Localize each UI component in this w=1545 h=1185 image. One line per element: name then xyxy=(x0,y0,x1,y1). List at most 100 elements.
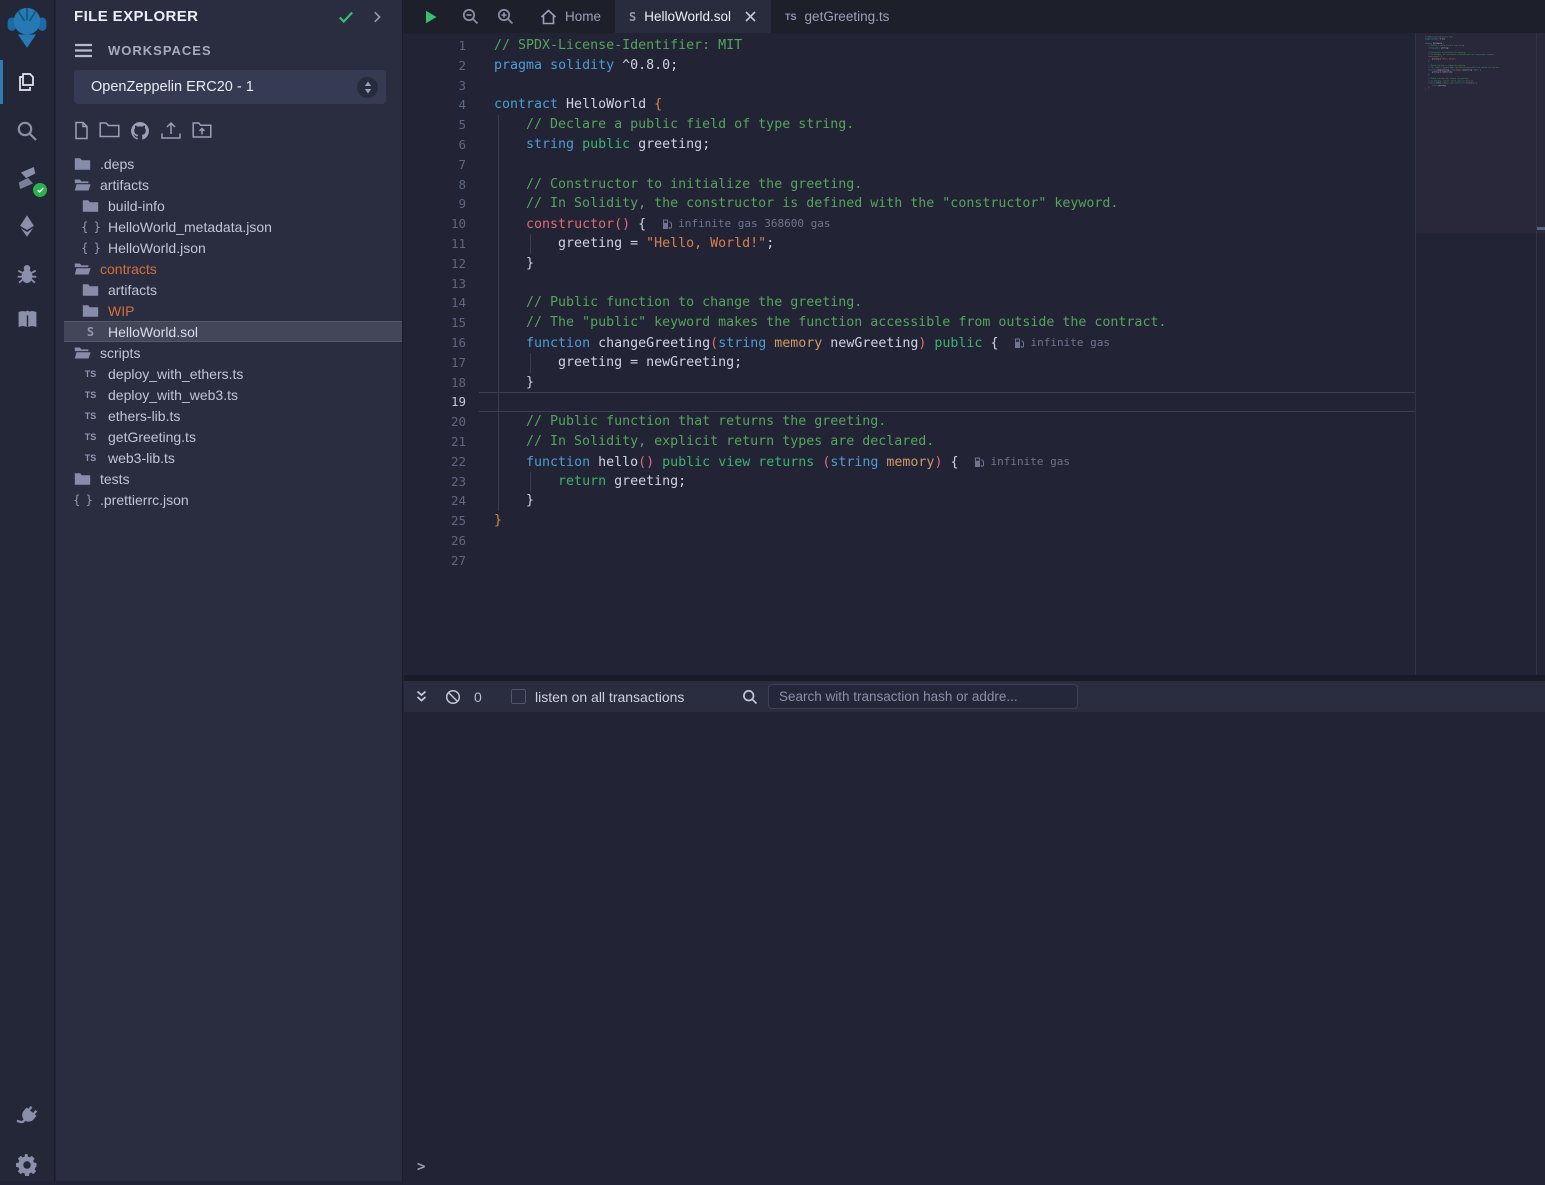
zoom-in-button[interactable] xyxy=(497,8,514,25)
tab-home[interactable]: Home xyxy=(526,0,615,33)
file-tree-item-label: .prettierrc.json xyxy=(100,492,189,508)
scrollbar-marker[interactable] xyxy=(1537,227,1545,230)
file-tree-item-getgreeting-ts[interactable]: TSgetGreeting.ts xyxy=(64,426,402,447)
close-tab-icon[interactable] xyxy=(744,10,757,23)
upload-folder-button[interactable] xyxy=(192,121,212,141)
listen-transactions-checkbox[interactable] xyxy=(511,689,526,704)
file-tree-item-build-info[interactable]: build-info xyxy=(64,195,402,216)
sidebar-learneth-icon[interactable] xyxy=(0,299,54,339)
code-editor[interactable]: 1234567891011121314151617181920212223242… xyxy=(404,33,1545,675)
file-tree-item-contracts[interactable]: contracts xyxy=(64,258,402,279)
workspace-selector[interactable]: OpenZeppelin ERC20 - 1 xyxy=(74,70,386,104)
run-script-button[interactable] xyxy=(423,9,439,25)
file-tree-item--prettierrc-json[interactable]: { } .prettierrc.json xyxy=(64,489,402,510)
line-number: 7 xyxy=(404,155,466,175)
clone-repository-button[interactable] xyxy=(130,121,150,141)
file-tree-item-label: HelloWorld_metadata.json xyxy=(108,219,272,235)
file-tree-item-label: ethers-lib.ts xyxy=(108,408,180,424)
line-number: 21 xyxy=(404,432,466,452)
file-tree-item-label: getGreeting.ts xyxy=(108,429,196,445)
accept-workspace-button[interactable] xyxy=(336,8,356,26)
workspace-switch-icon[interactable] xyxy=(357,77,378,98)
json-icon: { } xyxy=(82,241,99,255)
new-file-button[interactable] xyxy=(73,121,89,141)
line-number: 8 xyxy=(404,175,466,195)
file-tree-item-scripts[interactable]: scripts xyxy=(64,342,402,363)
file-explorer-panel: FILE EXPLORER WORKSPACES OpenZeppelin ER… xyxy=(56,0,403,1181)
sidebar-solidity-compiler-icon[interactable] xyxy=(0,158,54,198)
line-number: 27 xyxy=(404,551,466,571)
sidebar-deploy-run-icon[interactable] xyxy=(0,206,54,246)
file-tree-item-label: web3-lib.ts xyxy=(108,450,175,466)
workspaces-row: WORKSPACES xyxy=(74,43,212,58)
line-number: 5 xyxy=(404,115,466,135)
remix-logo-icon[interactable] xyxy=(0,6,54,46)
sidebar-file-explorer-icon[interactable] xyxy=(0,62,54,102)
file-tree-item-artifacts[interactable]: artifacts xyxy=(64,174,402,195)
tab-helloworld-sol[interactable]: S HelloWorld.sol xyxy=(615,0,771,33)
transaction-search-input[interactable] xyxy=(768,684,1078,709)
sidebar-plugin-manager-icon[interactable] xyxy=(0,1096,54,1136)
code-line-11: greeting = "Hello, World!"; xyxy=(494,234,1166,254)
code-line-7 xyxy=(494,155,1166,175)
folder-icon xyxy=(74,157,91,171)
line-number: 12 xyxy=(404,254,466,274)
file-tree-item-artifacts[interactable]: artifacts xyxy=(64,279,402,300)
terminal-toolbar: 0 listen on all transactions xyxy=(404,681,1545,712)
line-number: 17 xyxy=(404,353,466,373)
file-tree-item-wip[interactable]: WIP xyxy=(64,300,402,321)
file-tree-item-helloworld-metadata-json[interactable]: { } HelloWorld_metadata.json xyxy=(64,216,402,237)
transaction-count: 0 xyxy=(474,681,482,712)
file-actions-toolbar xyxy=(73,121,212,141)
line-number: 14 xyxy=(404,293,466,313)
code-line-1: // SPDX-License-Identifier: MIT xyxy=(494,36,1166,56)
file-tree-item-helloworld-sol[interactable]: SHelloWorld.sol xyxy=(64,321,402,342)
code-line-2: pragma solidity ^0.8.0; xyxy=(494,56,1166,76)
sidebar-settings-icon[interactable] xyxy=(0,1145,54,1185)
code-line-5: // Declare a public field of type string… xyxy=(494,115,1166,135)
code-line-27 xyxy=(1425,93,1525,95)
main-area: HomeSHelloWorld.solTSgetGreeting.ts 1234… xyxy=(404,0,1545,1181)
new-folder-button[interactable] xyxy=(99,121,120,141)
code-content[interactable]: // SPDX-License-Identifier: MITpragma so… xyxy=(494,36,1166,571)
gas-estimate-annotation: infinite gas xyxy=(974,452,1069,472)
file-tree-item-helloworld-json[interactable]: { } HelloWorld.json xyxy=(64,237,402,258)
code-line-27 xyxy=(494,551,1166,571)
json-icon: { } xyxy=(82,220,99,234)
code-line-22: function hello() public view returns (st… xyxy=(494,452,1166,472)
zoom-out-button[interactable] xyxy=(462,8,479,25)
sol-icon: S xyxy=(629,10,636,24)
minimap[interactable]: // SPDX-License-Identifier: MITpragma so… xyxy=(1416,33,1536,675)
file-tree-item-tests[interactable]: tests xyxy=(64,468,402,489)
code-line-26 xyxy=(494,531,1166,551)
code-line-14: // Public function to change the greetin… xyxy=(494,293,1166,313)
code-line-20: // Public function that returns the gree… xyxy=(494,412,1166,432)
expand-panel-button[interactable] xyxy=(370,9,384,25)
sidebar-debugger-icon[interactable] xyxy=(0,254,54,294)
file-tree-item-label: HelloWorld.json xyxy=(108,240,206,256)
folder-icon xyxy=(74,472,91,486)
collapse-terminal-icon[interactable] xyxy=(414,681,429,712)
file-tree-item-label: HelloWorld.sol xyxy=(108,324,198,340)
clear-console-icon[interactable] xyxy=(445,681,461,712)
sidebar-search-icon[interactable] xyxy=(0,111,54,151)
code-line-16: function changeGreeting(string memory ne… xyxy=(494,333,1166,353)
scrollbar-track[interactable] xyxy=(1536,33,1537,675)
line-number: 2 xyxy=(404,56,466,76)
tab-getgreeting-ts[interactable]: TSgetGreeting.ts xyxy=(771,0,903,33)
json-icon: { } xyxy=(74,493,91,507)
upload-file-button[interactable] xyxy=(160,121,182,141)
folderOpen-icon xyxy=(74,178,91,192)
file-tree-item-deploy-with-ethers-ts[interactable]: TSdeploy_with_ethers.ts xyxy=(64,363,402,384)
line-number: 26 xyxy=(404,531,466,551)
line-number: 22 xyxy=(404,452,466,472)
terminal[interactable]: > xyxy=(404,712,1545,1181)
code-line-4: contract HelloWorld { xyxy=(494,95,1166,115)
file-tree-item-web3-lib-ts[interactable]: TSweb3-lib.ts xyxy=(64,447,402,468)
file-tree-item-ethers-lib-ts[interactable]: TSethers-lib.ts xyxy=(64,405,402,426)
workspaces-label: WORKSPACES xyxy=(108,43,212,58)
tab-label: HelloWorld.sol xyxy=(644,9,731,24)
file-tree-item-deploy-with-web3-ts[interactable]: TSdeploy_with_web3.ts xyxy=(64,384,402,405)
file-tree-item--deps[interactable]: .deps xyxy=(64,153,402,174)
workspace-menu-icon[interactable] xyxy=(74,43,93,58)
